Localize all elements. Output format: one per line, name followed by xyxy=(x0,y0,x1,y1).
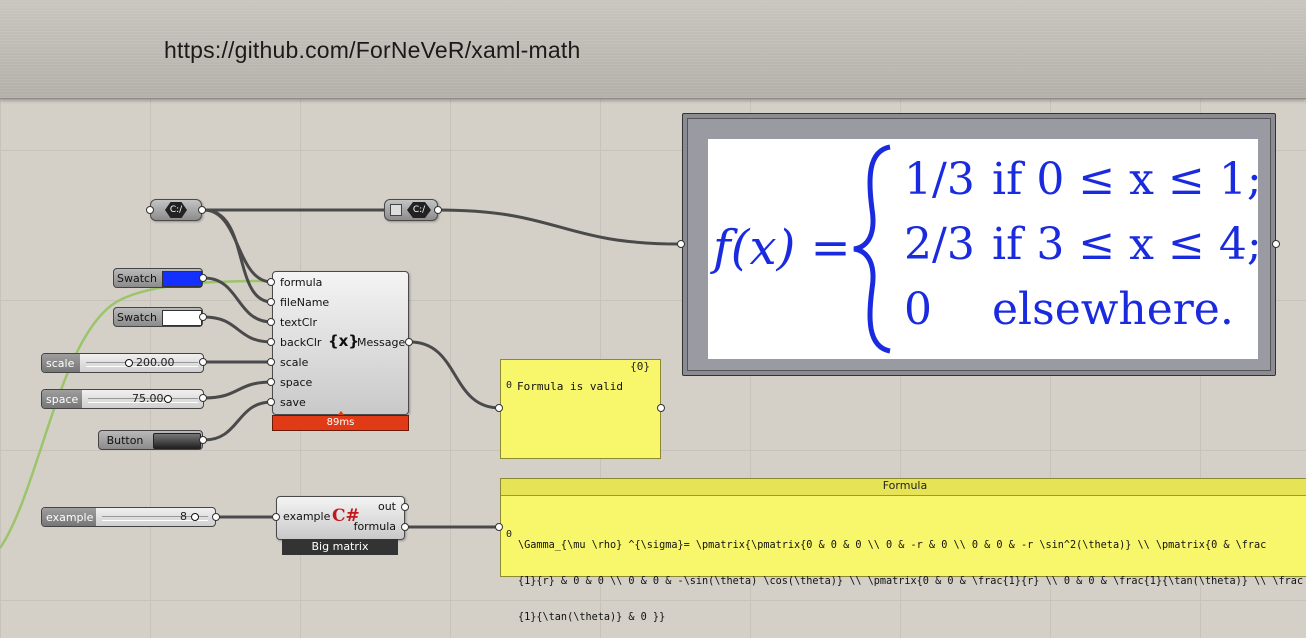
csharp-script-component[interactable]: example C# out formula xyxy=(276,496,405,540)
rendered-formula-image: f(x) = 1/3 if 0 ≤ x ≤ 1; 2/3 if 3 ≤ x ≤ … xyxy=(708,139,1262,359)
slider-value: 200.00 xyxy=(136,356,175,369)
input-scale: scale xyxy=(280,356,309,369)
path-icon: C:/ xyxy=(407,202,431,218)
math-icon: {x} xyxy=(328,332,360,350)
wire-to-viewer xyxy=(437,208,681,246)
relay-left-output-grip[interactable] xyxy=(198,206,206,214)
wire-filename xyxy=(203,208,273,304)
relay-left-input-grip[interactable] xyxy=(146,206,154,214)
grip-filename[interactable] xyxy=(267,298,275,306)
input-space: space xyxy=(280,376,313,389)
grip-textclr[interactable] xyxy=(267,318,275,326)
scale-output-grip[interactable] xyxy=(199,358,207,366)
input-formula: formula xyxy=(280,276,323,289)
output-out: out xyxy=(377,500,396,513)
image-viewer-component[interactable]: f(x) = 1/3 if 0 ≤ x ≤ 1; 2/3 if 3 ≤ x ≤ … xyxy=(682,113,1276,376)
message-panel-output-grip[interactable] xyxy=(657,404,665,412)
example-slider[interactable]: example 8 xyxy=(41,507,216,527)
formula-lhs: f(x) = xyxy=(710,220,851,276)
panel-index: 0 xyxy=(506,380,513,391)
swatch-color-white[interactable] xyxy=(162,310,202,326)
grip-space[interactable] xyxy=(267,378,275,386)
grip-save[interactable] xyxy=(267,398,275,406)
swatch-back-color[interactable]: Swatch xyxy=(113,307,203,327)
button-output-grip[interactable] xyxy=(199,436,207,444)
toggle-button[interactable] xyxy=(153,433,201,449)
swatch-2-output-grip[interactable] xyxy=(199,313,207,321)
case-value: 2/3 xyxy=(904,219,975,270)
space-slider[interactable]: space 75.00 xyxy=(41,389,204,409)
input-example: example xyxy=(283,510,331,523)
panel-title: Formula xyxy=(501,479,1306,496)
left-brace xyxy=(853,144,891,354)
wire-save xyxy=(203,400,273,442)
file-icon xyxy=(390,204,402,216)
space-output-grip[interactable] xyxy=(199,394,207,402)
wire-space xyxy=(203,380,273,400)
grip-message-out[interactable] xyxy=(405,338,413,346)
swatch-1-output-grip[interactable] xyxy=(199,274,207,282)
slider-value: 75.00 xyxy=(132,392,164,405)
relay-right-output-grip[interactable] xyxy=(434,206,442,214)
slider-name: scale xyxy=(42,354,80,372)
button-label: Button xyxy=(106,433,144,447)
profiler-bar: 89ms xyxy=(272,415,409,431)
swatch-label: Swatch xyxy=(116,271,158,285)
input-textclr: textClr xyxy=(280,316,317,329)
input-save: save xyxy=(280,396,306,409)
relay-left[interactable]: C:/ xyxy=(150,199,202,221)
slider-name: space xyxy=(42,390,82,408)
out-output-grip[interactable] xyxy=(401,503,409,511)
relay-right[interactable]: C:/ xyxy=(384,199,438,221)
swatch-color-blue[interactable] xyxy=(162,271,202,287)
scale-slider[interactable]: scale 200.00 xyxy=(41,353,204,373)
panel-text: Formula is valid xyxy=(517,380,623,393)
formula-panel[interactable]: Formula 0 \Gamma_{\mu \rho} ^{\sigma}= \… xyxy=(500,478,1306,623)
grip-formula[interactable] xyxy=(267,278,275,286)
output-formula: formula xyxy=(353,520,396,533)
grip-backclr[interactable] xyxy=(267,338,275,346)
panel-index: 0 xyxy=(506,529,513,540)
formula-line: {1}{\tan(\theta)} & 0 }} xyxy=(518,612,666,623)
case-value: 0 xyxy=(904,284,932,335)
slider-knob[interactable] xyxy=(125,359,133,367)
formula-panel-input-grip[interactable] xyxy=(495,523,503,531)
formula-line: \Gamma_{\mu \rho} ^{\sigma}= \pmatrix{\p… xyxy=(518,540,1267,551)
slider-name: example xyxy=(42,508,96,526)
case-condition: elsewhere. xyxy=(992,284,1234,335)
message-panel[interactable]: {0} 0 Formula is valid xyxy=(500,359,661,459)
slider-knob[interactable] xyxy=(191,513,199,521)
path-icon: C:/ xyxy=(165,202,187,218)
grip-scale[interactable] xyxy=(267,358,275,366)
formula-line: {1}{r} & 0 & 0 \\ 0 & 0 & -\sin(\theta) … xyxy=(518,576,1304,587)
example-input-grip[interactable] xyxy=(272,513,280,521)
input-filename: fileName xyxy=(280,296,330,309)
wire-message xyxy=(409,340,501,410)
viewer-output-grip[interactable] xyxy=(1272,240,1280,248)
panel-title: {0} xyxy=(630,360,650,373)
latex-render-component[interactable]: formula fileName textClr backClr scale s… xyxy=(272,271,409,417)
case-value: 1/3 xyxy=(904,154,975,205)
message-panel-input-grip[interactable] xyxy=(495,404,503,412)
slider-value: 8 xyxy=(180,510,187,523)
save-button-param[interactable]: Button xyxy=(98,430,203,450)
slider-knob[interactable] xyxy=(164,395,172,403)
input-backclr: backClr xyxy=(280,336,322,349)
rendered-formula-svg: f(x) = 1/3 if 0 ≤ x ≤ 1; 2/3 if 3 ≤ x ≤ … xyxy=(710,144,1262,354)
component-caption: Big matrix xyxy=(282,539,398,555)
case-condition: if 0 ≤ x ≤ 1; xyxy=(992,154,1258,205)
example-output-grip[interactable] xyxy=(212,513,220,521)
viewer-input-grip[interactable] xyxy=(677,240,685,248)
output-message: Message xyxy=(357,336,406,349)
swatch-label: Swatch xyxy=(116,310,158,324)
grasshopper-canvas[interactable]: https://github.com/ForNeVeR/xaml-math C:… xyxy=(0,0,1306,638)
swatch-text-color[interactable]: Swatch xyxy=(113,268,203,288)
case-condition: if 3 ≤ x ≤ 4; xyxy=(992,219,1258,270)
formula-output-grip[interactable] xyxy=(401,523,409,531)
